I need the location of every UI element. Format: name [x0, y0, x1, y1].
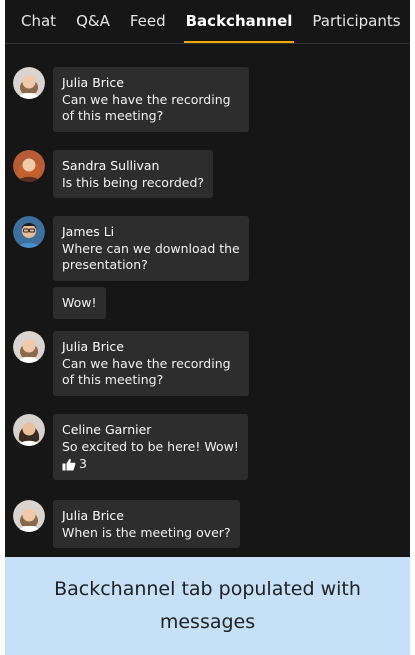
avatar [13, 150, 45, 182]
sender-name: Julia Brice [62, 339, 124, 354]
message-item: Julia Brice Can we have the recording of… [13, 67, 249, 132]
message-item: Sandra Sullivan Is this being recorded? [13, 150, 214, 198]
sender-name: Celine Garnier [62, 422, 152, 437]
sender-name: Julia Brice [62, 508, 124, 523]
avatar [13, 331, 45, 363]
avatar-sandra-icon [13, 150, 45, 182]
message-bubble-followup: Wow! [53, 287, 106, 319]
avatar-julia-icon [13, 500, 45, 532]
message-text: When is the meeting over? [62, 524, 231, 540]
message-bubble: Julia Brice Can we have the recording of… [53, 67, 249, 132]
tab-qa[interactable]: Q&A [66, 0, 120, 44]
message-text: Can we have the recording of this meetin… [62, 355, 231, 388]
message-item: Julia Brice When is the meeting over? [13, 500, 240, 548]
avatar [13, 216, 45, 248]
tab-feed[interactable]: Feed [120, 0, 176, 44]
avatar-julia-icon [13, 67, 45, 99]
message-text: Can we have the recording of this meetin… [62, 91, 231, 124]
avatar [13, 500, 45, 532]
like-count: 3 [79, 456, 87, 471]
message-bubble: Julia Brice When is the meeting over? [53, 500, 240, 548]
message-bubble: James Li Where can we download the prese… [53, 216, 249, 281]
sender-name: Sandra Sullivan [62, 158, 160, 173]
tab-backchannel[interactable]: Backchannel [176, 0, 303, 44]
avatar-james-icon [13, 216, 45, 248]
avatar-julia-icon [13, 331, 45, 363]
message-item: Celine Garnier So excited to be here! Wo… [13, 414, 248, 480]
avatar-celine-icon [13, 414, 45, 446]
sender-name: Julia Brice [62, 75, 124, 90]
message-text: Where can we download the presentation? [62, 240, 240, 273]
screenshot-frame: Chat Q&A Feed Backchannel Participants J… [5, 0, 410, 655]
message-bubble: Celine Garnier So excited to be here! Wo… [53, 414, 248, 480]
tab-chat[interactable]: Chat [11, 0, 66, 44]
message-item: James Li Where can we download the prese… [13, 216, 249, 281]
message-bubble: Julia Brice Can we have the recording of… [53, 331, 249, 396]
backchannel-panel: Chat Q&A Feed Backchannel Participants J… [5, 0, 410, 557]
message-text: Wow! [62, 295, 97, 310]
tab-bar: Chat Q&A Feed Backchannel Participants [5, 0, 410, 44]
message-bubble: Sandra Sullivan Is this being recorded? [53, 150, 214, 198]
sender-name: James Li [62, 224, 115, 239]
avatar [13, 67, 45, 99]
message-text: Is this being recorded? [62, 174, 205, 190]
avatar [13, 414, 45, 446]
tab-participants[interactable]: Participants [302, 0, 410, 44]
message-item: Julia Brice Can we have the recording of… [13, 331, 249, 396]
thumbs-up-icon [62, 458, 76, 471]
like-counter[interactable]: 3 [62, 456, 239, 473]
message-text: So excited to be here! Wow! [62, 438, 239, 454]
figure-caption: Backchannel tab populated with messages [54, 578, 361, 633]
